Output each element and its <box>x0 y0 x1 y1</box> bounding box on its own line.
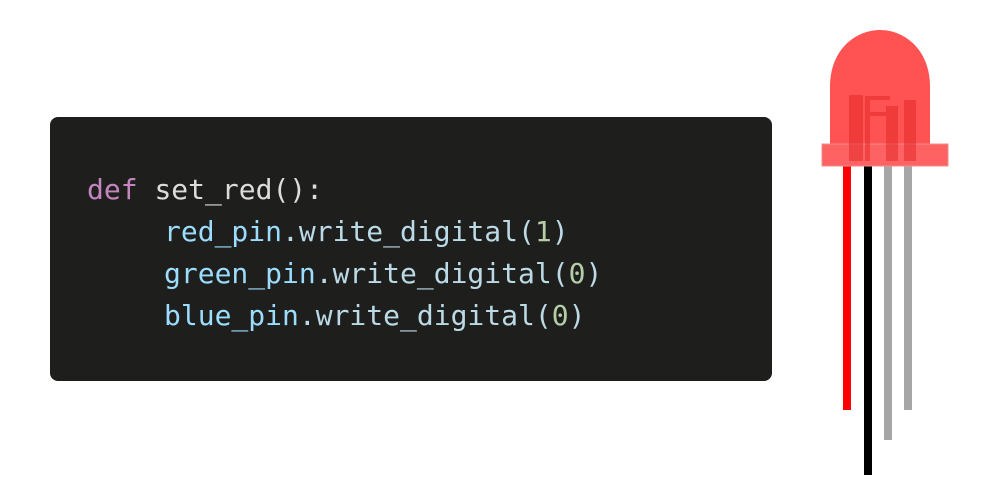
function-signature: set_red(): <box>154 173 324 206</box>
write-digital-method: .write_digital( <box>315 257 569 290</box>
red-leg <box>843 163 851 410</box>
code-line-def: def set_red(): <box>87 169 772 211</box>
blue-pin-name: blue_pin <box>164 299 299 332</box>
red-pin-value: 1 <box>534 215 552 248</box>
blue-pin-value: 0 <box>551 299 569 332</box>
closing-paren: ) <box>551 215 569 248</box>
code-line-green: green_pin.write_digital(0) <box>87 253 772 295</box>
gray-leg-1 <box>884 163 892 440</box>
rgb-led-svg <box>821 30 949 475</box>
def-keyword: def <box>87 173 138 206</box>
led-legs <box>843 163 912 475</box>
write-digital-method: .write_digital( <box>298 299 552 332</box>
red-pin-name: red_pin <box>164 215 283 248</box>
rgb-led-icon <box>810 20 960 490</box>
green-pin-name: green_pin <box>164 257 316 290</box>
gray-leg-2 <box>904 163 912 410</box>
closing-paren: ) <box>568 299 586 332</box>
led-rim <box>821 143 949 167</box>
code-panel: def set_red(): red_pin.write_digital(1) … <box>50 117 772 381</box>
black-leg <box>864 163 872 475</box>
led-body <box>821 30 949 167</box>
code-line-blue: blue_pin.write_digital(0) <box>87 295 772 337</box>
closing-paren: ) <box>585 257 603 290</box>
code-line-red: red_pin.write_digital(1) <box>87 211 772 253</box>
write-digital-method: .write_digital( <box>282 215 535 248</box>
green-pin-value: 0 <box>568 257 586 290</box>
